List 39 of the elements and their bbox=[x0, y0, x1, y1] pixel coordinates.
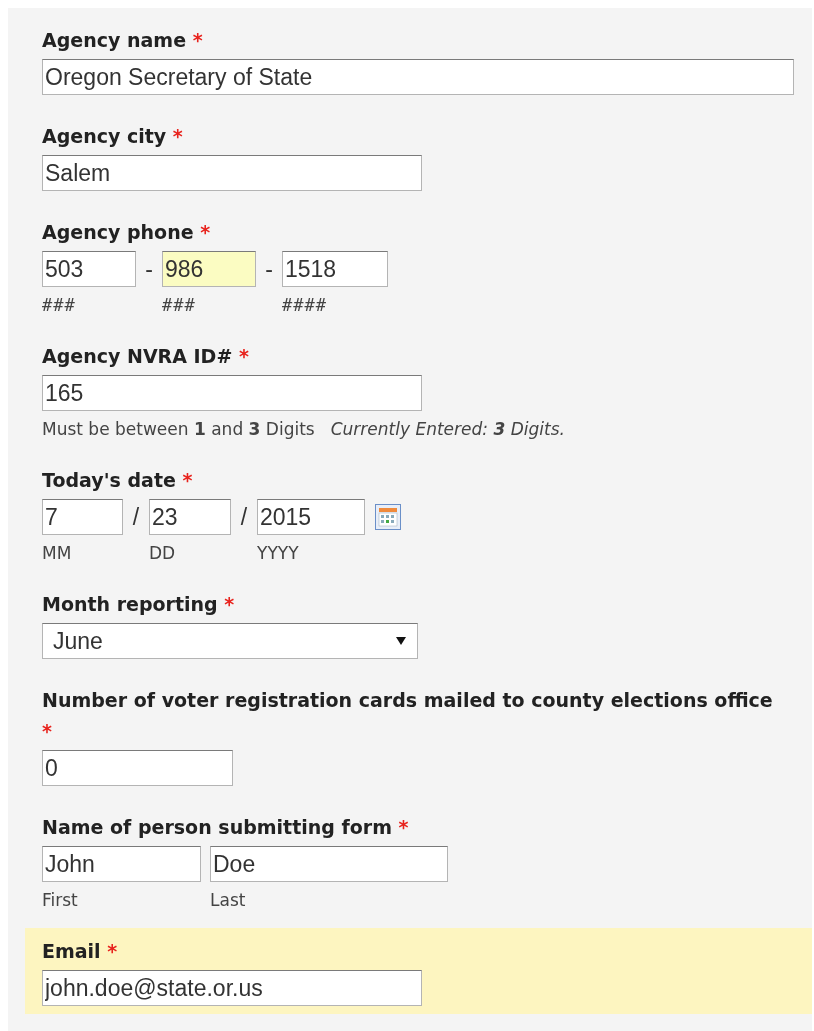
separator: / bbox=[131, 503, 141, 532]
input-field[interactable]: 2015 bbox=[257, 499, 365, 535]
input-field[interactable]: Salem bbox=[42, 155, 422, 191]
caret-icon bbox=[395, 636, 407, 646]
input-field[interactable]: 165 bbox=[42, 375, 422, 411]
input-field[interactable]: 23 bbox=[149, 499, 231, 535]
field-label: Name of person submitting form * bbox=[42, 815, 410, 840]
input-field[interactable]: 7 bbox=[42, 499, 123, 535]
field-label: Agency city * bbox=[42, 124, 184, 149]
field-label: Agency name * bbox=[42, 28, 204, 53]
field-label: Today's date * bbox=[42, 468, 194, 493]
status-text: Currently Entered: 3 Digits. bbox=[330, 419, 565, 439]
field-label: Agency phone * bbox=[42, 220, 212, 245]
calendar-icon[interactable] bbox=[375, 504, 401, 530]
input-field[interactable]: Doe bbox=[210, 846, 448, 882]
help-text: Must be between 1 and 3 Digits bbox=[42, 419, 315, 439]
field-label: Number of voter registration cards mailed to county elections office * bbox=[42, 688, 774, 744]
input-field[interactable]: john.doe@state.or.us bbox=[42, 970, 422, 1006]
field-hint: DD bbox=[149, 543, 176, 563]
input-field[interactable]: 0 bbox=[42, 750, 233, 786]
input-field[interactable]: John bbox=[42, 846, 201, 882]
separator: / bbox=[239, 503, 249, 532]
field-hint: ### bbox=[42, 295, 76, 315]
input-field[interactable]: Oregon Secretary of State bbox=[42, 59, 794, 95]
field-hint: YYYY bbox=[257, 543, 299, 563]
month-dropdown[interactable]: June bbox=[42, 623, 418, 659]
input-field[interactable]: 503 bbox=[42, 251, 136, 287]
field-hint: Last bbox=[210, 890, 246, 910]
field-hint: #### bbox=[282, 295, 327, 315]
field-label: Agency NVRA ID# * bbox=[42, 344, 250, 369]
field-hint: ### bbox=[162, 295, 196, 315]
input-field[interactable]: 986 bbox=[162, 251, 256, 287]
separator: - bbox=[144, 255, 154, 284]
field-label: Month reporting * bbox=[42, 592, 236, 617]
field-label: Email * bbox=[42, 939, 119, 964]
field-hint: First bbox=[42, 890, 78, 910]
input-field[interactable]: 1518 bbox=[282, 251, 388, 287]
separator: - bbox=[264, 255, 274, 284]
field-hint: MM bbox=[42, 543, 72, 563]
